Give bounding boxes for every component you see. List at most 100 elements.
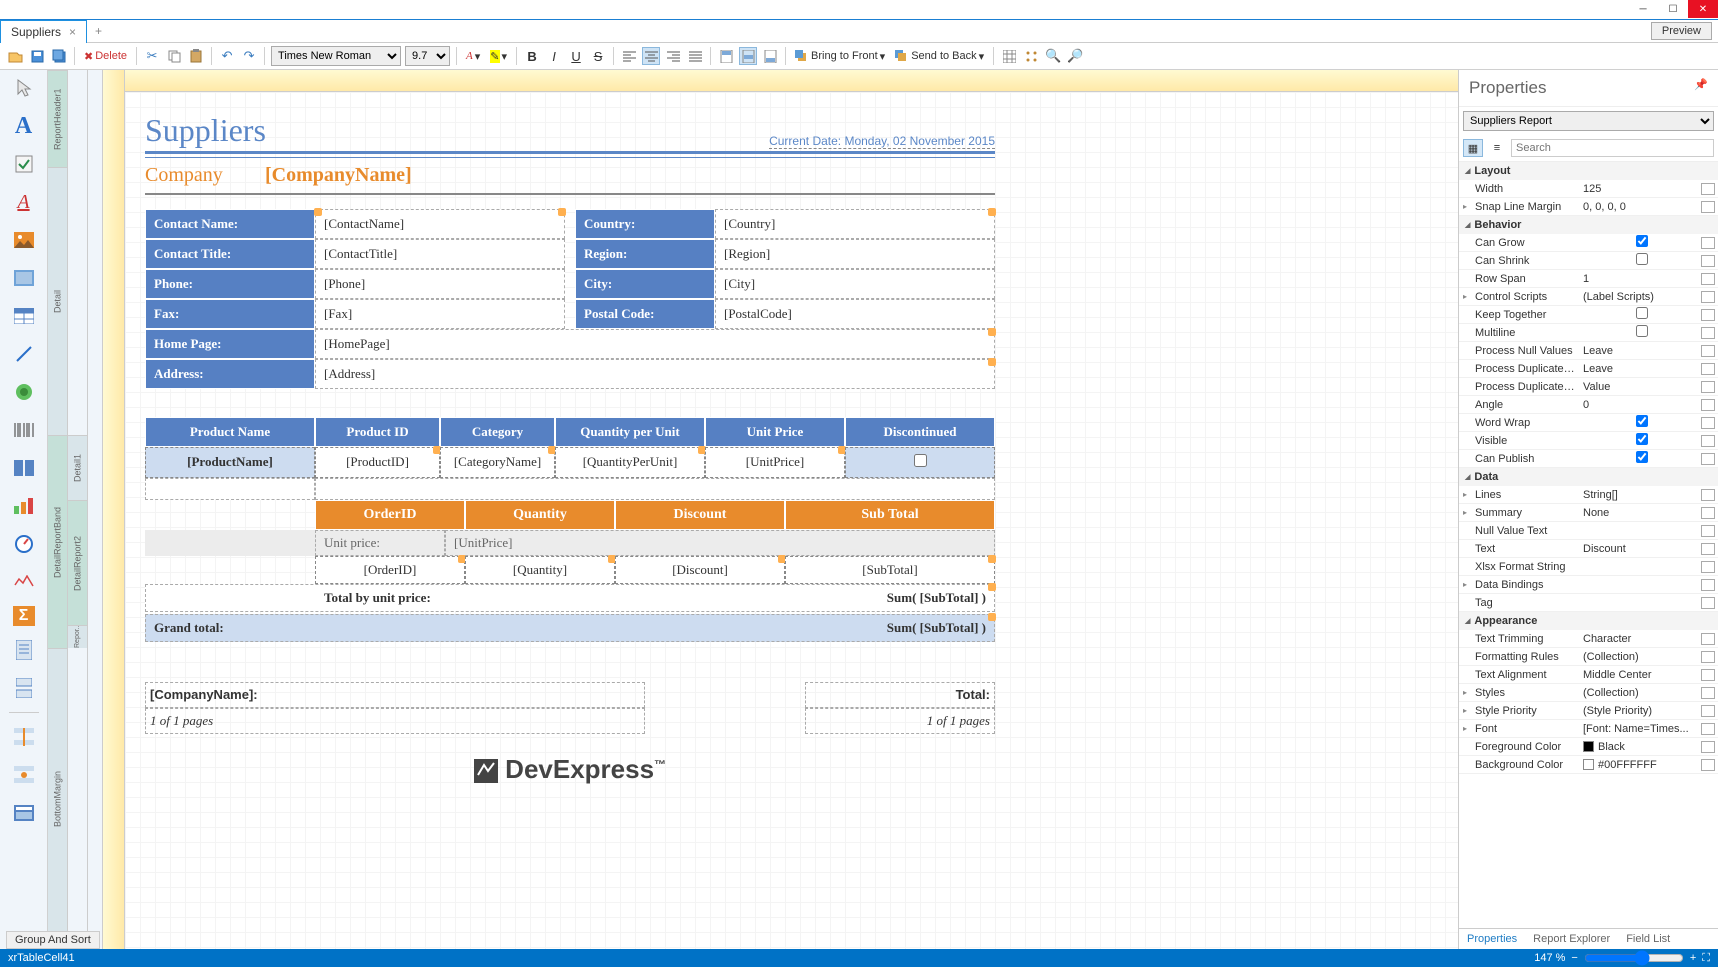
font-family-select[interactable]: Times New Roman xyxy=(271,46,401,66)
prop-reset-button[interactable] xyxy=(1701,651,1715,663)
prop-row[interactable]: Row Span1 xyxy=(1459,270,1718,288)
close-button[interactable]: ✕ xyxy=(1688,0,1718,18)
prop-row[interactable]: Process Duplicates M...Leave xyxy=(1459,360,1718,378)
prop-reset-button[interactable] xyxy=(1701,489,1715,501)
product-id-field[interactable]: [ProductID] xyxy=(315,447,440,478)
prop-reset-button[interactable] xyxy=(1701,381,1715,393)
tab-properties[interactable]: Properties xyxy=(1459,929,1525,949)
underline-button[interactable]: U xyxy=(567,47,585,65)
footer-total[interactable]: Total: xyxy=(805,682,995,708)
discount-field[interactable]: [Discount] xyxy=(615,556,785,584)
contact-title-field[interactable]: [ContactTitle] xyxy=(315,239,565,269)
pointer-tool-icon[interactable] xyxy=(10,74,38,102)
qty-per-unit-field[interactable]: [QuantityPerUnit] xyxy=(555,447,705,478)
col-order-id[interactable]: OrderID xyxy=(315,500,465,530)
prop-row[interactable]: Null Value Text xyxy=(1459,522,1718,540)
prop-reset-button[interactable] xyxy=(1701,255,1715,267)
prop-row[interactable]: ▸Data Bindings xyxy=(1459,576,1718,594)
prop-reset-button[interactable] xyxy=(1701,417,1715,429)
prop-row[interactable]: Keep Together xyxy=(1459,306,1718,324)
prop-reset-button[interactable] xyxy=(1701,597,1715,609)
prop-checkbox[interactable] xyxy=(1636,433,1648,445)
phone-field[interactable]: [Phone] xyxy=(315,269,565,299)
prop-reset-button[interactable] xyxy=(1701,237,1715,249)
col-subtotal[interactable]: Sub Total xyxy=(785,500,995,530)
minimize-button[interactable]: ─ xyxy=(1628,0,1658,18)
table-tool-icon[interactable] xyxy=(10,302,38,330)
product-name-field[interactable]: [ProductName] xyxy=(145,447,315,478)
redo-icon[interactable]: ↷ xyxy=(240,47,258,65)
prop-checkbox[interactable] xyxy=(1636,253,1648,265)
categorized-view-icon[interactable]: ▦ xyxy=(1463,139,1483,157)
send-to-back-button[interactable]: Send to Back ▾ xyxy=(892,50,987,63)
prop-row[interactable]: ▸SummaryNone xyxy=(1459,504,1718,522)
prop-category[interactable]: Layout xyxy=(1459,162,1718,180)
col-quantity[interactable]: Quantity xyxy=(465,500,615,530)
company-label[interactable]: Company xyxy=(145,164,265,187)
band-detail1[interactable]: Detail1 xyxy=(68,435,87,500)
postal-field[interactable]: [PostalCode] xyxy=(715,299,995,329)
unit-price-value[interactable]: [UnitPrice] xyxy=(445,530,995,556)
tab-report-explorer[interactable]: Report Explorer xyxy=(1525,929,1618,949)
prop-reset-button[interactable] xyxy=(1701,363,1715,375)
align-justify-icon[interactable] xyxy=(686,47,704,65)
bring-to-front-button[interactable]: Bring to Front ▾ xyxy=(792,50,888,63)
prop-reset-button[interactable] xyxy=(1701,525,1715,537)
prop-category[interactable]: Appearance xyxy=(1459,612,1718,630)
italic-button[interactable]: I xyxy=(545,47,563,65)
col-qty-per-unit[interactable]: Quantity per Unit xyxy=(555,417,705,447)
city-field[interactable]: [City] xyxy=(715,269,995,299)
strike-button[interactable]: S xyxy=(589,47,607,65)
grand-total-value[interactable]: Sum( [SubTotal] ) xyxy=(879,615,994,641)
col-category[interactable]: Category xyxy=(440,417,555,447)
prop-checkbox[interactable] xyxy=(1636,325,1648,337)
save-all-icon[interactable] xyxy=(50,47,68,65)
copy-icon[interactable] xyxy=(165,47,183,65)
pagebreak-tool-icon[interactable] xyxy=(10,674,38,702)
prop-row[interactable]: Foreground ColorBlack xyxy=(1459,738,1718,756)
valign-middle-icon[interactable] xyxy=(739,47,757,65)
phone-label[interactable]: Phone: xyxy=(145,269,315,299)
sparkline-tool-icon[interactable] xyxy=(10,568,38,596)
unit-price-label[interactable]: Unit price: xyxy=(315,530,445,556)
checkbox-tool-icon[interactable] xyxy=(10,150,38,178)
footer-pages-right[interactable]: 1 of 1 pages xyxy=(805,708,995,734)
prop-reset-button[interactable] xyxy=(1701,669,1715,681)
pageinfo-tool-icon[interactable] xyxy=(10,636,38,664)
valign-top-icon[interactable] xyxy=(717,47,735,65)
cut-icon[interactable]: ✂ xyxy=(143,47,161,65)
prop-row[interactable]: ▸Style Priority(Style Priority) xyxy=(1459,702,1718,720)
prop-reset-button[interactable] xyxy=(1701,507,1715,519)
panel-tool-icon[interactable] xyxy=(10,264,38,292)
prop-reset-button[interactable] xyxy=(1701,435,1715,447)
prop-row[interactable]: Process Null ValuesLeave xyxy=(1459,342,1718,360)
prop-reset-button[interactable] xyxy=(1701,183,1715,195)
prop-category[interactable]: Behavior xyxy=(1459,216,1718,234)
zoom-fit-icon[interactable]: ⛶ xyxy=(1702,952,1710,965)
prop-checkbox[interactable] xyxy=(1636,307,1648,319)
prop-row[interactable]: Text AlignmentMiddle Center xyxy=(1459,666,1718,684)
col-product-name[interactable]: Product Name xyxy=(145,417,315,447)
prop-reset-button[interactable] xyxy=(1701,759,1715,771)
current-date-field[interactable]: Current Date: Monday, 02 November 2015 xyxy=(769,134,995,149)
band-detail-report2[interactable]: DetailReport2 xyxy=(68,500,87,625)
maximize-button[interactable]: ☐ xyxy=(1658,0,1688,18)
quantity-field[interactable]: [Quantity] xyxy=(465,556,615,584)
prop-checkbox[interactable] xyxy=(1636,415,1648,427)
total-by-label[interactable]: Total by unit price: xyxy=(316,585,439,611)
address-field[interactable]: [Address] xyxy=(315,359,995,389)
valign-bottom-icon[interactable] xyxy=(761,47,779,65)
document-tab-suppliers[interactable]: Suppliers × xyxy=(0,20,87,43)
contact-name-field[interactable]: [ContactName] xyxy=(315,209,565,239)
align-right-icon[interactable] xyxy=(664,47,682,65)
prop-reset-button[interactable] xyxy=(1701,561,1715,573)
col-unit-price[interactable]: Unit Price xyxy=(705,417,845,447)
contact-name-label[interactable]: Contact Name: xyxy=(145,209,315,239)
prop-row[interactable]: Background Color#00FFFFFF xyxy=(1459,756,1718,774)
add-tab-button[interactable]: + xyxy=(87,24,110,38)
zipcode-tool-icon[interactable] xyxy=(10,454,38,482)
homepage-field[interactable]: [HomePage] xyxy=(315,329,995,359)
prop-row[interactable]: ▸Styles(Collection) xyxy=(1459,684,1718,702)
col-discount[interactable]: Discount xyxy=(615,500,785,530)
property-search[interactable] xyxy=(1511,139,1714,157)
